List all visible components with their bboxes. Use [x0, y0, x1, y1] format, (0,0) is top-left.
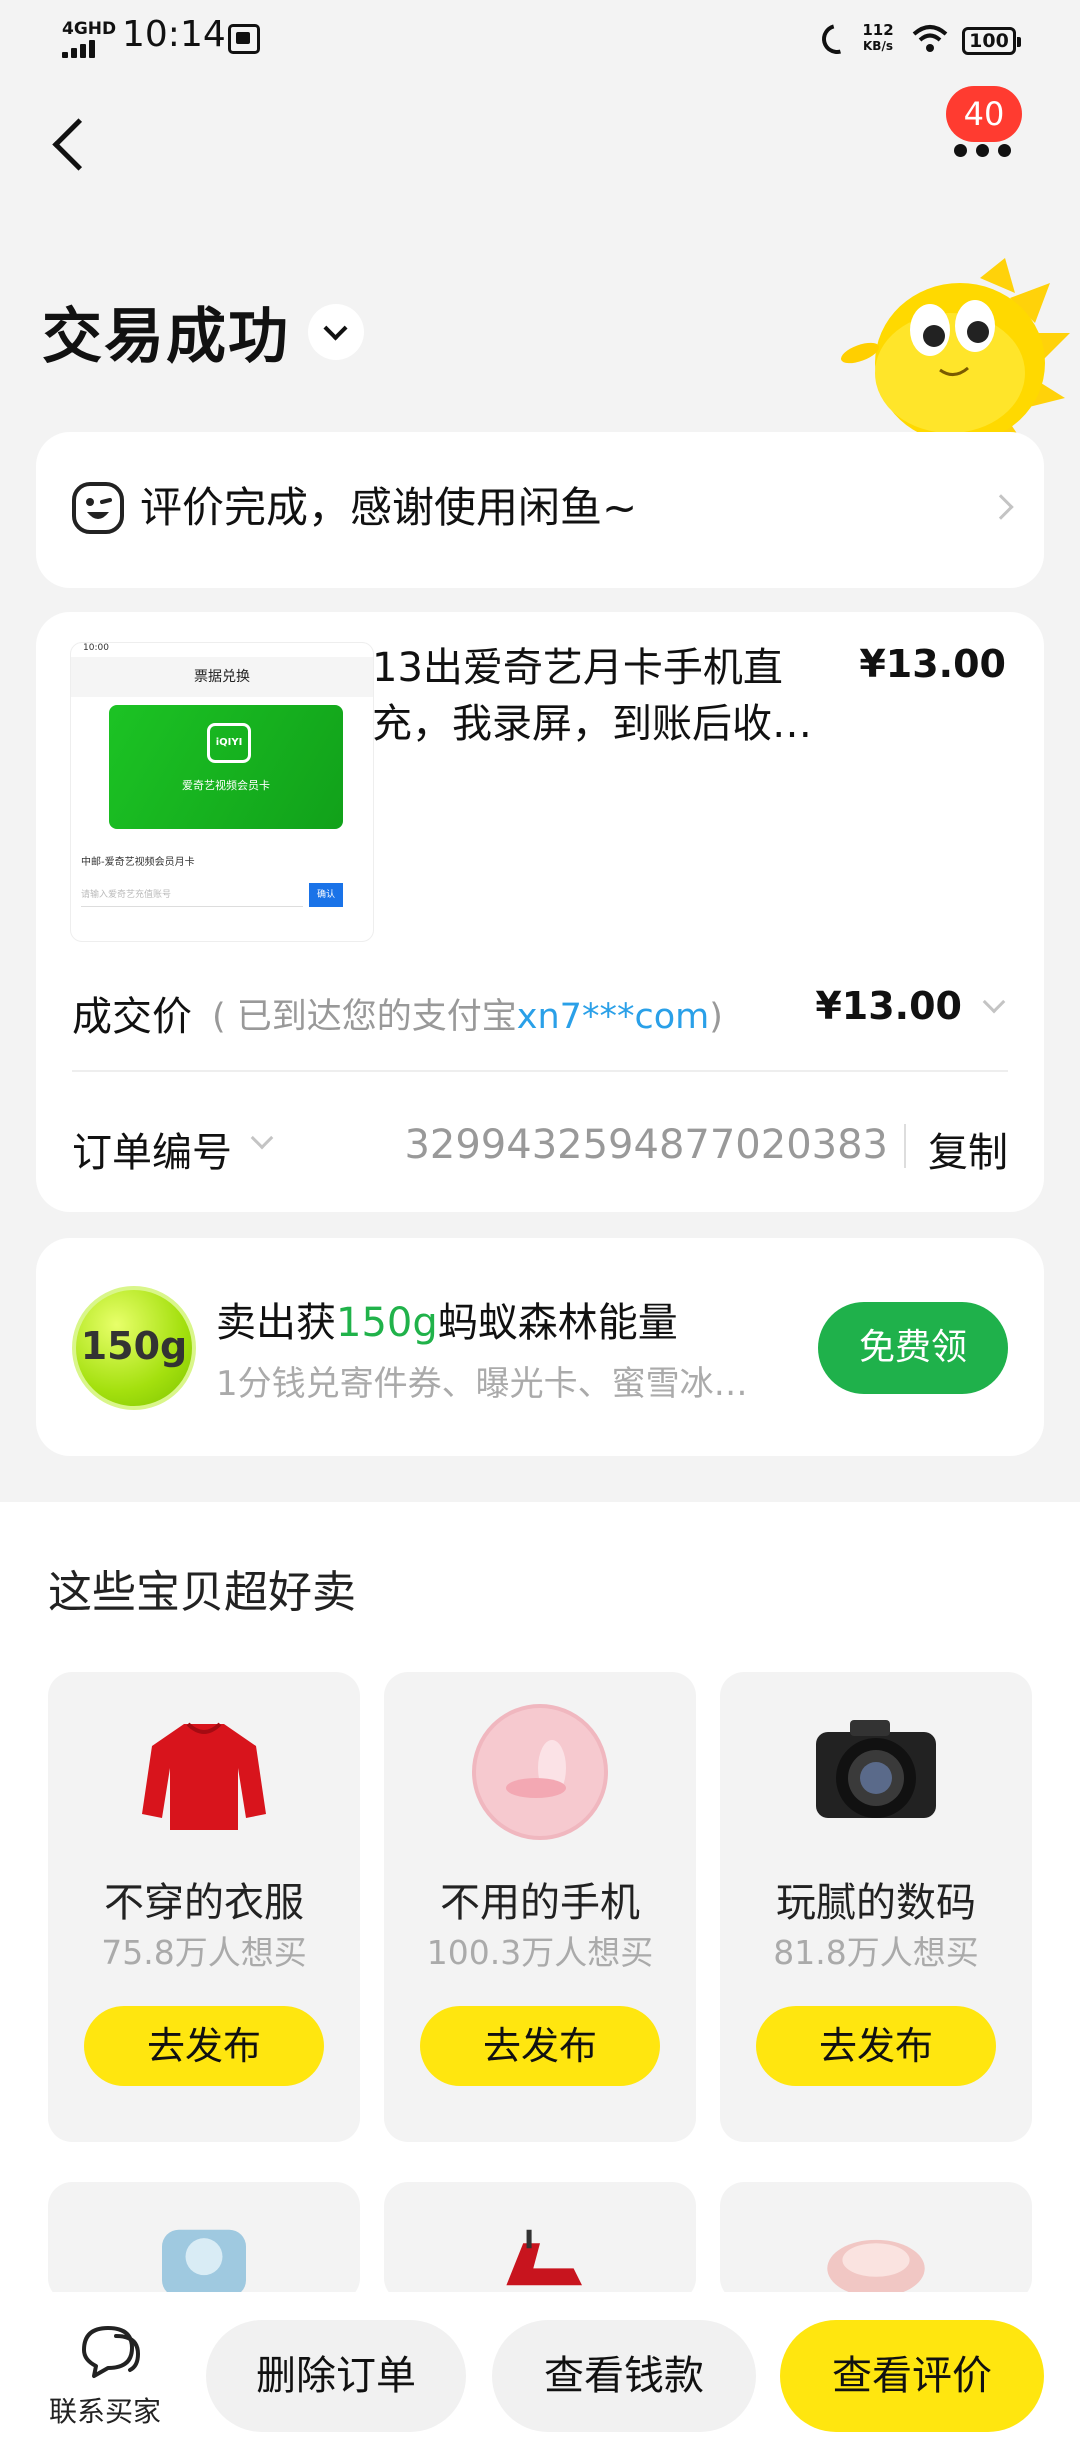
delete-order-button[interactable]: 删除订单	[206, 2320, 466, 2432]
status-expand-button[interactable]	[308, 303, 364, 360]
deal-price-row[interactable]: 成交价 ( 已到达您的支付宝xn7***com) ¥13.00	[72, 968, 1008, 1048]
order-number-label: 订单编号	[72, 1130, 232, 1176]
net-speed: 112 KB/s	[862, 21, 894, 53]
product-title[interactable]: 13出爱奇艺月卡手机直充，我录屏，到账后收…	[372, 640, 852, 752]
phone-icon	[472, 1704, 608, 1840]
publish-button[interactable]: 去发布	[756, 2006, 996, 2086]
dnd-moon-icon	[816, 18, 858, 60]
contact-buyer-button[interactable]: 联系买家	[40, 2322, 170, 2432]
energy-subtitle: 1分钱兑寄件券、曝光卡、蜜雪冰…	[216, 1364, 748, 1404]
smile-face-icon	[72, 482, 124, 534]
recommend-tile-partial[interactable]	[48, 2182, 360, 2302]
payment-destination-note: ( 已到达您的支付宝xn7***com)	[212, 997, 723, 1037]
sweater-icon	[142, 1722, 266, 1830]
clock: 10:14	[122, 14, 226, 55]
section-title: 这些宝贝超好卖	[48, 1567, 356, 1618]
screenshot-icon	[228, 24, 260, 54]
publish-button[interactable]: 去发布	[420, 2006, 660, 2086]
review-banner-text: 评价完成，感谢使用闲鱼~	[140, 483, 638, 532]
deal-price-value: ¥13.00	[815, 984, 962, 1028]
battery-icon: 100	[962, 27, 1021, 55]
divider	[904, 1124, 906, 1168]
network-type: 4GHD	[62, 19, 117, 39]
order-card: 10:00 票据兑换 iQIYI 爱奇艺视频会员卡 中邮-爱奇艺视频会员月卡 请…	[36, 612, 1044, 1212]
energy-ball-icon: 150g	[72, 1286, 196, 1410]
chevron-down-icon	[982, 990, 1006, 1014]
tile-title: 不用的手机	[440, 1880, 640, 1926]
status-bar: 4GHD 10:14 112 KB/s 100	[0, 0, 1080, 80]
recommend-tile-partial[interactable]	[384, 2182, 696, 2302]
view-review-button[interactable]: 查看评价	[780, 2320, 1044, 2432]
order-number: 3299432594877020383	[404, 1122, 888, 1168]
publish-button[interactable]: 去发布	[84, 2006, 324, 2086]
divider	[72, 1070, 1008, 1072]
deal-price-label: 成交价	[72, 994, 192, 1040]
tile-title: 玩腻的数码	[776, 1880, 976, 1926]
fish-mascot-icon	[841, 258, 1070, 438]
cushion-compact-icon	[827, 2239, 925, 2297]
order-number-expand-icon[interactable]	[250, 1126, 274, 1150]
recommend-tile-digital[interactable]: 玩腻的数码 81.8万人想买 去发布	[720, 1672, 1032, 2142]
contact-buyer-label: 联系买家	[48, 2395, 161, 2428]
tile-subtitle: 100.3万人想买	[426, 1933, 654, 1972]
claim-energy-button[interactable]: 免费领	[818, 1302, 1008, 1394]
chat-bubble-icon	[82, 2326, 141, 2378]
ant-forest-energy-card: 150g 卖出获150g蚂蚁森林能量 1分钱兑寄件券、曝光卡、蜜雪冰… 免费领	[36, 1238, 1044, 1456]
review-complete-banner[interactable]: 评价完成，感谢使用闲鱼~	[36, 432, 1044, 588]
camera-icon	[816, 1720, 936, 1818]
tile-subtitle: 75.8万人想买	[101, 1933, 307, 1972]
wifi-icon	[912, 25, 948, 52]
chevron-right-icon	[988, 494, 1014, 520]
chair-icon	[162, 2229, 246, 2297]
tile-subtitle: 81.8万人想买	[773, 1933, 979, 1972]
scooter-icon	[506, 2229, 582, 2286]
product-thumbnail[interactable]: 10:00 票据兑换 iQIYI 爱奇艺视频会员卡 中邮-爱奇艺视频会员月卡 请…	[70, 642, 374, 942]
energy-title: 卖出获150g蚂蚁森林能量	[216, 1300, 678, 1346]
view-funds-button[interactable]: 查看钱款	[492, 2320, 756, 2432]
page-title: 交易成功	[42, 302, 290, 372]
recommend-tile-clothes[interactable]: 不穿的衣服 75.8万人想买 去发布	[48, 1672, 360, 2142]
product-price: ¥13.00	[859, 642, 1006, 686]
back-button[interactable]	[40, 104, 100, 184]
recommend-tile-phone[interactable]: 不用的手机 100.3万人想买 去发布	[384, 1672, 696, 2142]
copy-button[interactable]: 复制	[928, 1120, 1008, 1178]
notification-badge: 40	[946, 86, 1022, 142]
order-number-row: 订单编号 3299432594877020383 复制	[72, 1112, 1008, 1182]
tile-title: 不穿的衣服	[104, 1880, 304, 1926]
bottom-action-bar: 联系买家 删除订单 查看钱款 查看评价	[0, 2292, 1080, 2460]
recommend-tile-partial[interactable]	[720, 2182, 1032, 2302]
signal-icon	[62, 40, 102, 58]
